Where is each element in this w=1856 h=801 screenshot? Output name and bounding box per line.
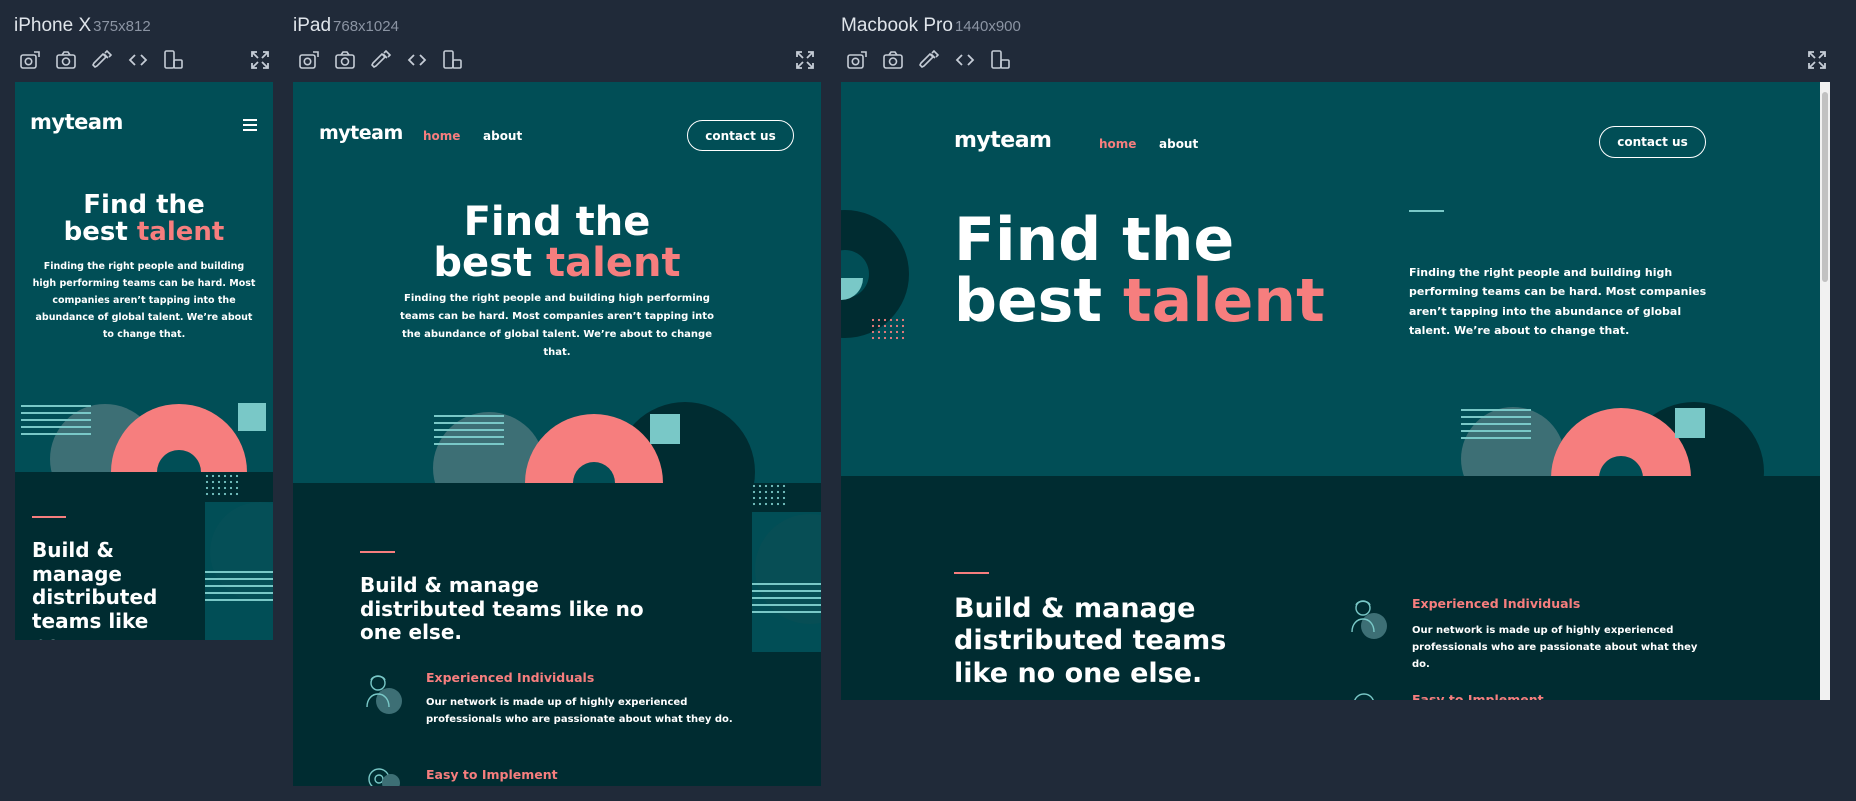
decor-lines	[205, 571, 273, 601]
decor-square	[1675, 408, 1705, 438]
decor-dots	[205, 474, 239, 496]
nav-home[interactable]: home	[1099, 137, 1136, 151]
nav-about[interactable]: about	[483, 129, 522, 143]
code-icon[interactable]	[953, 48, 977, 72]
scrollbar-thumb[interactable]	[1822, 92, 1828, 282]
decor-lines	[752, 583, 821, 613]
person-icon	[366, 675, 402, 714]
hero-line2-plain: best	[954, 266, 1103, 337]
eyedropper-icon[interactable]	[369, 48, 393, 72]
decor-square	[238, 403, 266, 431]
logo[interactable]: myteam	[954, 128, 1052, 153]
decor-lines	[21, 405, 91, 435]
decor-square	[650, 414, 680, 444]
logo[interactable]: myteam	[319, 122, 403, 144]
hero-line2-accent: talent	[546, 239, 681, 286]
hero-description: Finding the right people and building hi…	[400, 293, 714, 358]
ipad-frame: myteam home about contact us Find the be…	[293, 82, 821, 786]
eyedropper-icon[interactable]	[917, 48, 941, 72]
decor-dots	[871, 318, 905, 340]
hero-line2-plain: best	[63, 216, 128, 247]
accent-bar	[954, 572, 989, 574]
logo[interactable]: myteam	[30, 110, 123, 134]
feature-title: Easy to Implement	[426, 767, 558, 782]
decor-lines	[434, 415, 504, 445]
device-name: iPad	[293, 15, 332, 36]
accent-bar	[360, 551, 395, 553]
fullscreen-icon[interactable]	[793, 48, 817, 72]
hero-title: Find the best talent	[293, 202, 821, 284]
feature-description: Our network is made up of highly experie…	[1412, 625, 1698, 670]
device-name: Macbook Pro	[841, 15, 953, 36]
macbook-frame: myteam home about contact us Find the be…	[841, 82, 1830, 700]
screenshot-icon[interactable]	[333, 48, 357, 72]
eyedropper-icon[interactable]	[90, 48, 114, 72]
section-title: Build & manage distributed teams like no…	[360, 573, 644, 645]
toolbar-ipad	[297, 48, 817, 74]
feature-description: Our network is made up of highly experie…	[426, 697, 733, 725]
hero-title: Find the best talent	[954, 209, 1325, 332]
gear-icon	[1354, 693, 1374, 700]
hero-line1: Find the	[954, 205, 1235, 275]
accent-bar	[32, 516, 66, 518]
screenshot-icon[interactable]	[54, 48, 78, 72]
fullscreen-icon[interactable]	[1805, 48, 1829, 72]
decor-lines	[1461, 409, 1531, 439]
device-orientation-icon[interactable]	[161, 48, 185, 72]
rotate-icon[interactable]	[297, 48, 321, 72]
hero-line2-plain: best	[433, 239, 533, 286]
nav-home[interactable]: home	[423, 129, 460, 143]
hero-line2-accent: talent	[1122, 266, 1325, 337]
hero-title: Find the best talent	[15, 192, 273, 245]
rotate-icon[interactable]	[845, 48, 869, 72]
contact-us-button[interactable]: contact us	[687, 120, 794, 151]
device-orientation-icon[interactable]	[440, 48, 464, 72]
screenshot-icon[interactable]	[881, 48, 905, 72]
hero-line1: Find the	[83, 190, 205, 220]
feature-title: Experienced Individuals	[426, 670, 595, 685]
device-label-ipad: iPad 768x1024	[293, 15, 399, 37]
section-title: Build & manage distributed teams like no…	[954, 593, 1227, 689]
toolbar-macbook	[845, 48, 1829, 74]
decor-dots	[752, 484, 786, 506]
device-dims: 768x1024	[333, 18, 399, 35]
nav-about[interactable]: about	[1159, 137, 1198, 151]
device-orientation-icon[interactable]	[988, 48, 1012, 72]
device-label-macbook: Macbook Pro 1440x900	[841, 15, 1021, 37]
hero-line2-accent: talent	[136, 216, 225, 247]
device-dims: 375x812	[93, 18, 151, 35]
iphone-frame: myteam Find the best talent Finding the …	[15, 82, 273, 640]
toolbar-iphone	[18, 48, 273, 74]
feature-title: Easy to Implement	[1412, 692, 1544, 700]
contact-us-button[interactable]: contact us	[1599, 126, 1706, 158]
gear-icon	[368, 768, 400, 786]
rotate-icon[interactable]	[18, 48, 42, 72]
hero-description: Finding the right people and building hi…	[32, 261, 256, 341]
hamburger-menu-icon[interactable]	[243, 119, 257, 131]
hero-line1: Find the	[463, 199, 651, 245]
fullscreen-icon[interactable]	[248, 48, 272, 72]
code-icon[interactable]	[126, 48, 150, 72]
device-dims: 1440x900	[954, 18, 1021, 35]
code-icon[interactable]	[405, 48, 429, 72]
device-name: iPhone X	[14, 15, 92, 36]
feature-title: Experienced Individuals	[1412, 596, 1581, 611]
scrollbar[interactable]	[1820, 82, 1830, 700]
section-title: Build & manage distributed teams like no	[32, 538, 158, 640]
device-label-iphone: iPhone X 375x812	[14, 15, 151, 37]
person-icon	[1351, 600, 1387, 639]
hero-description: Finding the right people and building hi…	[1409, 266, 1707, 337]
accent-bar	[1409, 210, 1444, 212]
